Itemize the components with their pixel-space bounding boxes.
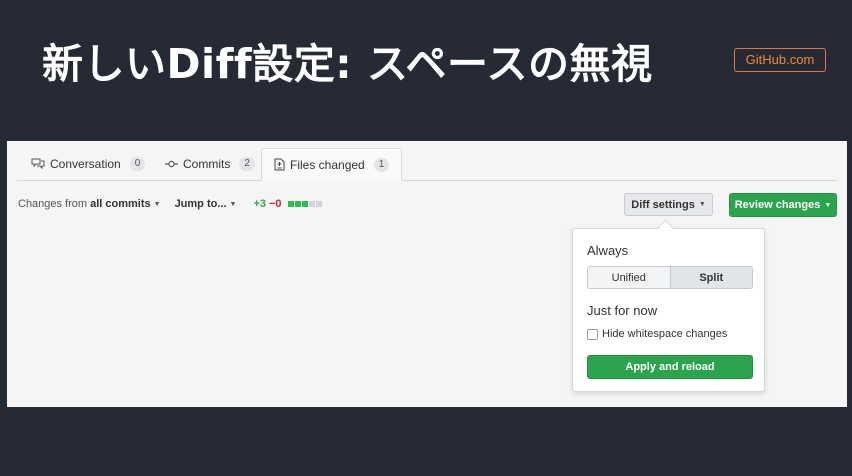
tab-files-changed[interactable]: Files changed 1 bbox=[261, 148, 403, 181]
changes-from-prefix: Changes from bbox=[18, 198, 88, 210]
diff-settings-label: Diff settings bbox=[631, 198, 695, 211]
hide-whitespace-option[interactable]: Hide whitespace changes bbox=[587, 328, 727, 340]
always-heading: Always bbox=[587, 243, 629, 258]
diffstat-block bbox=[308, 201, 315, 207]
slide-title: 新しいDiff設定: スペースの無視 bbox=[42, 40, 653, 88]
diffstat-bar bbox=[287, 201, 322, 207]
brand-badge: GitHub.com bbox=[734, 48, 826, 72]
hide-whitespace-checkbox[interactable] bbox=[587, 328, 598, 340]
apply-and-reload-button[interactable]: Apply and reload bbox=[587, 355, 753, 379]
jump-to-dropdown[interactable]: Jump to... ▼ bbox=[175, 198, 237, 210]
git-commit-icon bbox=[165, 159, 178, 169]
review-changes-button[interactable]: Review changes ▼ bbox=[729, 193, 837, 217]
caret-down-icon: ▼ bbox=[824, 201, 832, 209]
tab-label: Files changed bbox=[290, 157, 365, 172]
additions-count: +3 bbox=[253, 198, 266, 210]
diffstat-block bbox=[315, 201, 322, 207]
unified-view-button[interactable]: Unified bbox=[588, 267, 671, 288]
tab-conversation[interactable]: Conversation 0 bbox=[19, 148, 157, 180]
changes-from-value: all commits bbox=[90, 198, 151, 210]
diffstat-block bbox=[294, 201, 301, 207]
tab-count: 1 bbox=[373, 157, 390, 172]
pr-tabbar: Conversation 0 Commits 2 Files changed 1 bbox=[17, 148, 837, 181]
just-for-now-heading: Just for now bbox=[587, 303, 658, 318]
diffstat-block bbox=[287, 201, 294, 207]
tab-commits[interactable]: Commits 2 bbox=[153, 148, 267, 180]
split-view-button[interactable]: Split bbox=[670, 267, 752, 288]
files-toolbar: Changes from all commits ▼ Jump to... ▼ … bbox=[18, 198, 322, 210]
comment-discussion-icon bbox=[31, 158, 45, 170]
review-changes-label: Review changes bbox=[734, 199, 821, 211]
caret-down-icon: ▼ bbox=[698, 201, 706, 208]
view-mode-toggle: Unified Split bbox=[587, 266, 753, 289]
jump-to-label: Jump to... bbox=[174, 198, 227, 210]
caret-down-icon: ▼ bbox=[229, 200, 237, 208]
hide-whitespace-label: Hide whitespace changes bbox=[602, 328, 728, 340]
deletions-count: −0 bbox=[269, 198, 282, 210]
tab-label: Commits bbox=[183, 157, 231, 171]
file-diff-icon bbox=[274, 158, 285, 171]
tab-count: 2 bbox=[239, 157, 255, 171]
github-pr-screenshot: Conversation 0 Commits 2 Files changed 1… bbox=[7, 141, 847, 407]
diff-settings-popover: Always Unified Split Just for now Hide w… bbox=[572, 228, 765, 392]
caret-down-icon: ▼ bbox=[153, 200, 161, 208]
tab-label: Conversation bbox=[50, 157, 121, 171]
diff-settings-button[interactable]: Diff settings ▼ bbox=[624, 193, 713, 216]
changes-from-dropdown[interactable]: Changes from all commits ▼ bbox=[18, 198, 161, 210]
tab-count: 0 bbox=[129, 157, 146, 171]
diffstat-block bbox=[301, 201, 308, 207]
